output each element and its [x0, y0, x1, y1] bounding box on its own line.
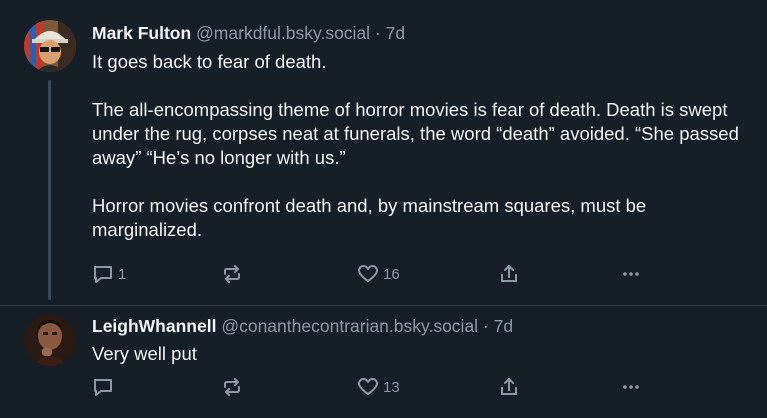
post-header: LeighWhannell @conanthecontrarian.bsky.s…	[92, 315, 513, 337]
share-button[interactable]	[498, 377, 520, 397]
repost-icon	[221, 264, 243, 284]
author-name[interactable]: Mark Fulton	[92, 23, 191, 43]
thread-line	[48, 80, 51, 300]
heart-icon	[357, 264, 379, 284]
post-paragraph: The all-encompassing theme of horror mov…	[92, 99, 739, 168]
post-mark-fulton[interactable]: Mark Fulton @markdful.bsky.social · 7d I…	[0, 0, 767, 305]
repost-button[interactable]	[221, 264, 247, 284]
more-options-button[interactable]	[620, 264, 642, 284]
repost-button[interactable]	[221, 377, 247, 397]
post-actions: 13	[92, 377, 652, 399]
more-icon	[620, 377, 642, 397]
post-age[interactable]: 7d	[386, 23, 405, 43]
post-leigh-whannell[interactable]: LeighWhannell @conanthecontrarian.bsky.s…	[0, 306, 767, 418]
post-text: Very well put	[92, 342, 742, 366]
heart-icon	[357, 377, 379, 397]
more-options-button[interactable]	[620, 377, 642, 397]
post-actions: 1 16	[92, 264, 652, 286]
reply-button[interactable]: 1	[92, 264, 126, 284]
share-icon	[498, 377, 520, 397]
like-count: 16	[383, 265, 400, 283]
share-button[interactable]	[498, 264, 520, 284]
reply-icon	[92, 377, 114, 397]
reply-icon	[92, 264, 114, 284]
post-header: Mark Fulton @markdful.bsky.social · 7d	[92, 22, 405, 44]
author-handle[interactable]: @conanthecontrarian.bsky.social	[221, 316, 478, 336]
post-text: It goes back to fear of death. The all-e…	[92, 50, 742, 242]
reply-button[interactable]	[92, 377, 118, 397]
more-icon	[620, 264, 642, 284]
separator: ·	[374, 23, 381, 43]
avatar[interactable]	[24, 314, 76, 366]
post-paragraph: It goes back to fear of death.	[92, 51, 327, 72]
like-button[interactable]: 16	[357, 264, 400, 284]
author-handle[interactable]: @markdful.bsky.social	[196, 23, 370, 43]
post-paragraph: Very well put	[92, 343, 197, 364]
like-count: 13	[383, 378, 400, 396]
share-icon	[498, 264, 520, 284]
post-paragraph: Horror movies confront death and, by mai…	[92, 195, 647, 240]
post-feed: Mark Fulton @markdful.bsky.social · 7d I…	[0, 0, 767, 418]
reply-count: 1	[118, 265, 127, 283]
repost-icon	[221, 377, 243, 397]
separator: ·	[482, 316, 489, 336]
post-age[interactable]: 7d	[494, 316, 513, 336]
author-name[interactable]: LeighWhannell	[92, 316, 216, 336]
avatar[interactable]	[24, 20, 76, 72]
like-button[interactable]: 13	[357, 377, 400, 397]
